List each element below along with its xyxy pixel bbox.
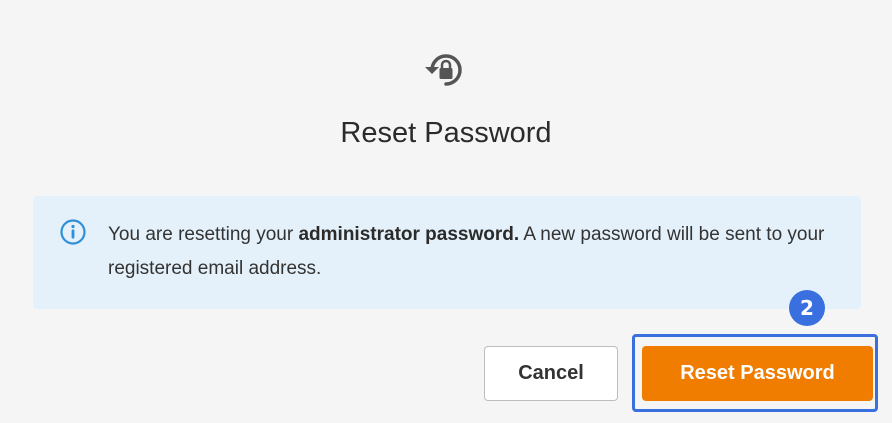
dialog-title: Reset Password (340, 117, 552, 149)
info-icon (60, 219, 86, 245)
info-banner: You are resetting your administrator pas… (33, 196, 861, 309)
reset-lock-icon (425, 54, 462, 86)
reset-password-dialog: Reset Password You are resetting your ad… (0, 0, 892, 423)
reset-password-button[interactable]: Reset Password (642, 346, 873, 401)
step-badge: 2 (789, 290, 825, 326)
info-text-before: You are resetting your (108, 224, 299, 245)
info-text-bold: administrator password. (298, 224, 520, 245)
info-message: You are resetting your administrator pas… (108, 218, 838, 286)
cancel-button[interactable]: Cancel (484, 346, 618, 401)
